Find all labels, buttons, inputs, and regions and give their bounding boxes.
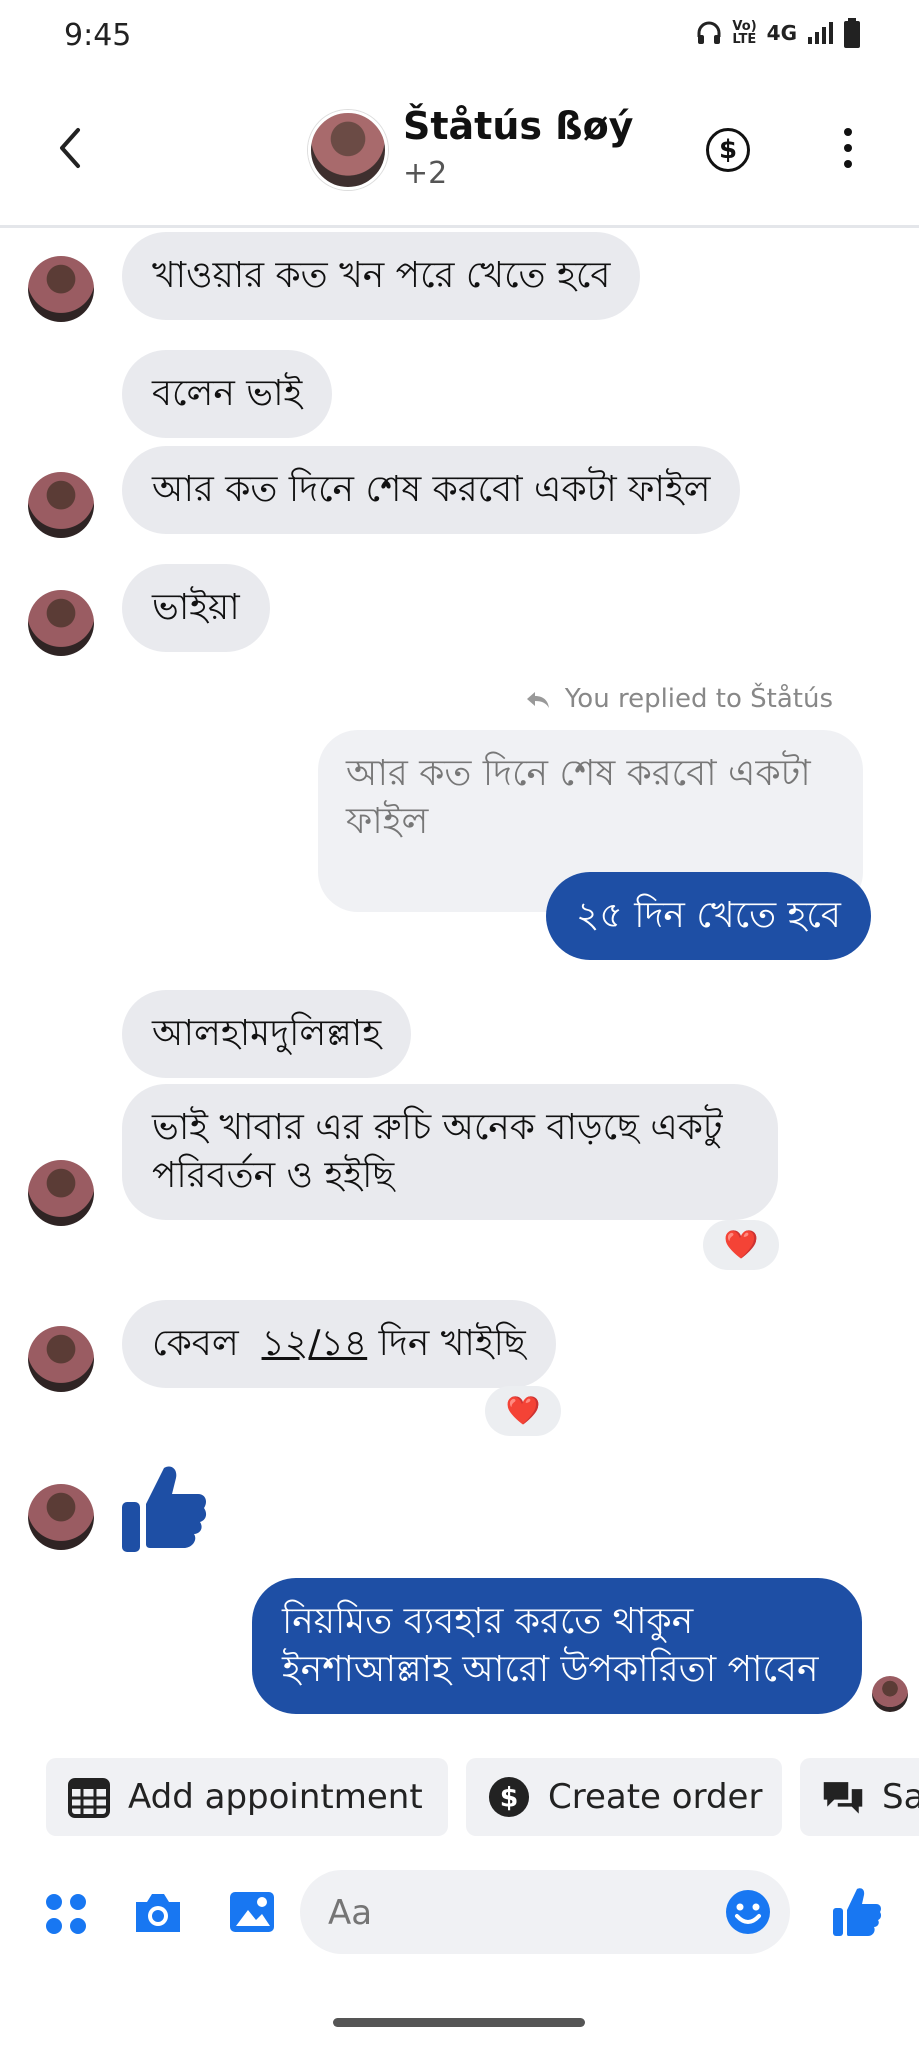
apps-icon[interactable]	[44, 1892, 88, 1936]
battery-icon	[844, 18, 860, 48]
like-icon[interactable]	[832, 1886, 882, 1938]
message-text: দিন খাইছি	[378, 1323, 526, 1364]
message-text: কেবল	[152, 1323, 239, 1364]
message-bubble[interactable]: আলহামদুলিল্লাহ	[122, 990, 412, 1078]
network-label: 4G	[766, 21, 797, 45]
message-composer[interactable]	[300, 1870, 790, 1954]
saved-replies-button[interactable]: Sa	[800, 1758, 919, 1836]
gallery-icon[interactable]	[228, 1888, 276, 1936]
seen-avatar	[872, 1676, 908, 1712]
back-icon[interactable]	[50, 118, 90, 178]
underlined-number[interactable]: ১২/১৪	[262, 1323, 368, 1364]
volte-icon: Vo) LTE	[732, 19, 757, 47]
avatar[interactable]	[28, 472, 94, 538]
heart-reaction[interactable]: ❤️	[703, 1220, 779, 1270]
reply-note: You replied to Štåtús	[525, 684, 833, 714]
calendar-icon	[68, 1776, 110, 1818]
chat-header	[0, 75, 919, 228]
status-icons: Vo) LTE 4G	[696, 18, 861, 48]
emoji-icon[interactable]	[724, 1888, 772, 1936]
headphones-icon	[697, 21, 721, 44]
dollar-icon[interactable]: $	[706, 128, 750, 172]
message-line: পরিবর্তন ও হইছি	[152, 1155, 395, 1196]
message-line: ইনশাআল্লাহ আরো উপকারিতা পাবেন	[282, 1649, 819, 1690]
thumbs-up-icon[interactable]	[120, 1462, 208, 1554]
message-input[interactable]	[326, 1888, 710, 1938]
chat-bubbles-icon	[822, 1776, 864, 1818]
quoted-line: আর কত দিনে শেষ করবো একটা	[346, 753, 811, 794]
message-bubble[interactable]: কেবল ১২/১৪ দিন খাইছি	[122, 1300, 556, 1388]
contact-subtitle: +2	[403, 156, 448, 191]
message-bubble-outgoing[interactable]: ২৫ দিন খেতে হবে	[546, 872, 871, 960]
quoted-line: ফাইল	[346, 801, 429, 842]
message-line: ভাই খাবার এর রুচি অনেক বাড়ছে একটু	[152, 1107, 723, 1148]
create-order-button[interactable]: $ Create order	[466, 1758, 782, 1836]
avatar[interactable]	[28, 590, 94, 656]
add-appointment-button[interactable]: Add appointment	[46, 1758, 448, 1836]
create-order-label: Create order	[548, 1777, 763, 1817]
message-bubble[interactable]: বলেন ভাই	[122, 350, 333, 438]
message-bubble[interactable]: ভাইয়া	[122, 564, 270, 652]
message-bubble[interactable]: ভাই খাবার এর রুচি অনেক বাড়ছে একটু পরিবর…	[122, 1084, 778, 1220]
status-time: 9:45	[64, 18, 132, 53]
signal-icon	[808, 22, 833, 44]
reply-icon	[526, 691, 549, 708]
message-line: নিয়মিত ব্যবহার করতে থাকুন	[282, 1601, 694, 1642]
reply-note-text: You replied to Štåtús	[564, 684, 833, 714]
avatar[interactable]	[28, 1160, 94, 1226]
saved-replies-label: Sa	[882, 1777, 919, 1817]
message-bubble-outgoing[interactable]: নিয়মিত ব্যবহার করতে থাকুন ইনশাআল্লাহ আর…	[252, 1578, 862, 1714]
avatar[interactable]	[308, 110, 388, 190]
home-indicator[interactable]	[333, 2018, 585, 2027]
avatar[interactable]	[28, 1326, 94, 1392]
svg-text:$: $	[500, 1783, 519, 1814]
message-bubble[interactable]: আর কত দিনে শেষ করবো একটা ফাইল	[122, 446, 741, 534]
more-icon[interactable]	[842, 128, 854, 168]
contact-name[interactable]: Štåtús ßøý	[403, 104, 633, 148]
avatar[interactable]	[28, 1484, 94, 1550]
camera-icon[interactable]	[132, 1890, 184, 1936]
heart-reaction[interactable]: ❤️	[485, 1386, 561, 1436]
dollar-circle-icon: $	[488, 1776, 530, 1818]
add-appointment-label: Add appointment	[128, 1777, 423, 1817]
avatar[interactable]	[28, 256, 94, 322]
message-bubble[interactable]: খাওয়ার কত খন পরে খেতে হবে	[122, 232, 641, 320]
